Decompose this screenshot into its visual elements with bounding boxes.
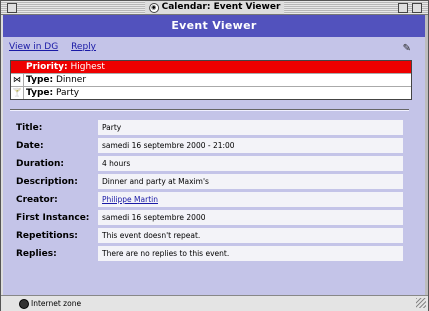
detail-row-title: Title: Party: [16, 120, 410, 135]
detail-row-repetitions: Repetitions: This event doesn't repeat.: [16, 228, 410, 243]
detail-row-replies: Replies: There are no replies to this ev…: [16, 246, 410, 261]
creator-link[interactable]: Philippe Martin: [102, 195, 158, 204]
detail-value: Dinner and party at Maxim's: [98, 174, 403, 189]
detail-label: First Instance:: [16, 212, 90, 223]
detail-value: samedi 16 septembre 2000: [98, 210, 403, 225]
bowtie-icon: ⋈: [11, 74, 24, 86]
detail-value: Philippe Martin: [98, 192, 403, 207]
detail-label: Replies:: [16, 248, 57, 259]
detail-value: 4 hours: [98, 156, 403, 171]
detail-value: There are no replies to this event.: [98, 246, 403, 261]
view-in-dg-link[interactable]: View in DG: [9, 42, 58, 52]
type-row: ⋈ Type: Dinner: [11, 73, 411, 86]
priority-marker-icon: [11, 61, 24, 73]
cocktail-icon: 🍸: [11, 87, 24, 99]
status-text: Internet zone: [31, 299, 82, 308]
app-globe-icon: ◉: [148, 2, 159, 13]
window-title: ◉ Calendar: Event Viewer: [144, 1, 285, 14]
priority-row: Priority: Highest: [11, 61, 411, 73]
close-box-icon[interactable]: [7, 3, 17, 13]
scrollbar-track[interactable]: [425, 15, 428, 295]
detail-row-creator: Creator: Philippe Martin: [16, 192, 410, 207]
title-bar[interactable]: ◉ Calendar: Event Viewer: [1, 1, 428, 15]
action-bar: View in DG Reply ✎: [3, 39, 425, 55]
detail-label: Date:: [16, 140, 44, 151]
detail-label: Creator:: [16, 194, 58, 205]
detail-label: Repetitions:: [16, 230, 78, 241]
detail-row-first-instance: First Instance: samedi 16 septembre 2000: [16, 210, 410, 225]
type-row: 🍸 Type: Party: [11, 86, 411, 99]
globe-icon: [19, 299, 29, 309]
zoom-box-icon[interactable]: [398, 3, 408, 13]
priority-label: Priority:: [26, 62, 68, 72]
resize-grip-icon[interactable]: [416, 298, 426, 308]
status-bar: Internet zone: [1, 295, 428, 311]
priority-value: Highest: [70, 62, 105, 72]
detail-label: Duration:: [16, 158, 64, 169]
detail-row-date: Date: samedi 16 septembre 2000 - 21:00: [16, 138, 410, 153]
type-value: Party: [55, 88, 80, 98]
type-value: Dinner: [55, 75, 87, 85]
reply-link[interactable]: Reply: [71, 42, 96, 52]
detail-label: Title:: [16, 122, 43, 133]
pencil-icon[interactable]: ✎: [403, 41, 411, 57]
detail-label: Description:: [16, 176, 78, 187]
window: ◉ Calendar: Event Viewer Event Viewer Vi…: [0, 0, 429, 311]
type-label: Type:: [26, 88, 54, 98]
window-title-text: Calendar: Event Viewer: [161, 2, 281, 12]
main-content: Event Viewer View in DG Reply ✎ Priority…: [3, 15, 425, 295]
detail-value: This event doesn't repeat.: [98, 228, 403, 243]
collapse-box-icon[interactable]: [412, 3, 422, 13]
page-header: Event Viewer: [3, 15, 425, 37]
event-summary-table: Priority: Highest ⋈ Type: Dinner 🍸 Type:…: [10, 60, 412, 100]
detail-row-description: Description: Dinner and party at Maxim's: [16, 174, 410, 189]
type-label: Type:: [26, 75, 54, 85]
divider: [10, 109, 409, 111]
event-details: Title: Party Date: samedi 16 septembre 2…: [16, 120, 410, 264]
detail-value: samedi 16 septembre 2000 - 21:00: [98, 138, 403, 153]
detail-row-duration: Duration: 4 hours: [16, 156, 410, 171]
detail-value: Party: [98, 120, 403, 135]
